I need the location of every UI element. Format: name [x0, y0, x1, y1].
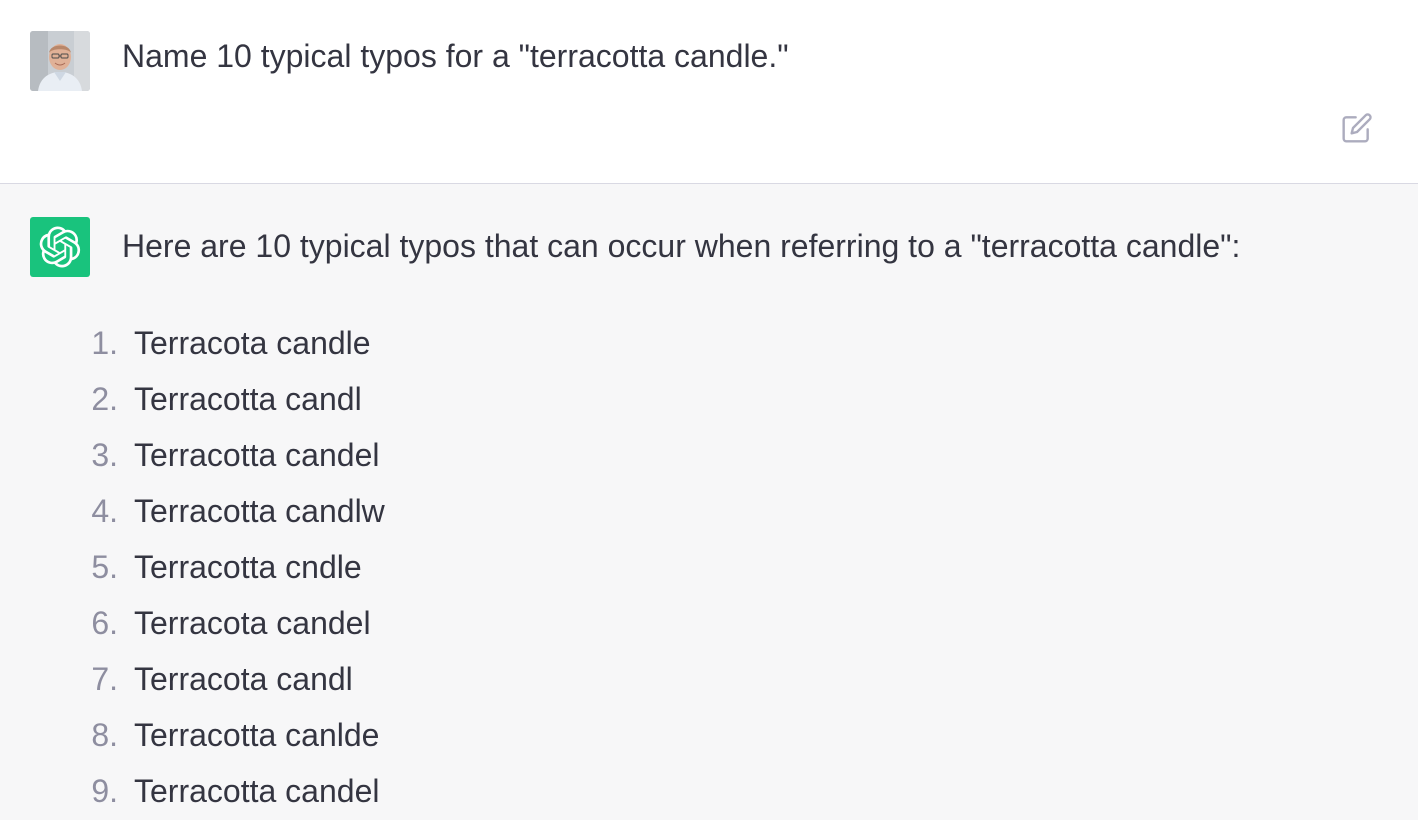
- openai-logo-icon: [39, 226, 81, 268]
- list-item-number: 7.: [91, 661, 118, 697]
- list-item-number: 2.: [91, 381, 118, 417]
- list-item-text: Terracotta candl: [134, 381, 362, 417]
- assistant-avatar: [30, 217, 90, 277]
- user-message-row: Name 10 typical typos for a "terracotta …: [0, 0, 1418, 184]
- list-item-text: Terracotta candlw: [134, 493, 385, 529]
- assistant-message-row: Here are 10 typical typos that can occur…: [0, 184, 1418, 820]
- list-item-number: 6.: [91, 605, 118, 641]
- list-item-number: 8.: [91, 717, 118, 753]
- list-item-text: Terracotta canlde: [134, 717, 380, 753]
- typo-list: 1. Terracota candle 2. Terracotta candl …: [0, 322, 700, 826]
- list-item-number: 9.: [91, 773, 118, 809]
- list-item-text: Terracotta candel: [134, 773, 380, 809]
- list-item-number: 5.: [91, 549, 118, 585]
- user-avatar: [30, 31, 90, 91]
- list-item-text: Terracotta cndle: [134, 549, 362, 585]
- assistant-intro-text: Here are 10 typical typos that can occur…: [122, 228, 1241, 264]
- list-item: 5. Terracotta cndle: [0, 546, 700, 602]
- list-item: 4. Terracotta candlw: [0, 490, 700, 546]
- list-item-number: 4.: [91, 493, 118, 529]
- user-message-text: Name 10 typical typos for a "terracotta …: [122, 38, 789, 74]
- list-item: 8. Terracotta canlde: [0, 714, 700, 770]
- edit-message-button[interactable]: [1336, 107, 1378, 149]
- list-item: 2. Terracotta candl: [0, 378, 700, 434]
- edit-pencil-icon: [1342, 113, 1372, 143]
- list-item-text: Terracota candel: [134, 605, 371, 641]
- list-item-text: Terracota candl: [134, 661, 353, 697]
- list-item: 9. Terracotta candel: [0, 770, 700, 826]
- list-item: 7. Terracota candl: [0, 658, 700, 714]
- list-item: 1. Terracota candle: [0, 322, 700, 378]
- list-item-text: Terracota candle: [134, 325, 371, 361]
- list-item: 6. Terracota candel: [0, 602, 700, 658]
- list-item-number: 3.: [91, 437, 118, 473]
- list-item: 3. Terracotta candel: [0, 434, 700, 490]
- list-item-text: Terracotta candel: [134, 437, 380, 473]
- list-item-number: 1.: [91, 325, 118, 361]
- user-avatar-photo-icon: [30, 31, 90, 91]
